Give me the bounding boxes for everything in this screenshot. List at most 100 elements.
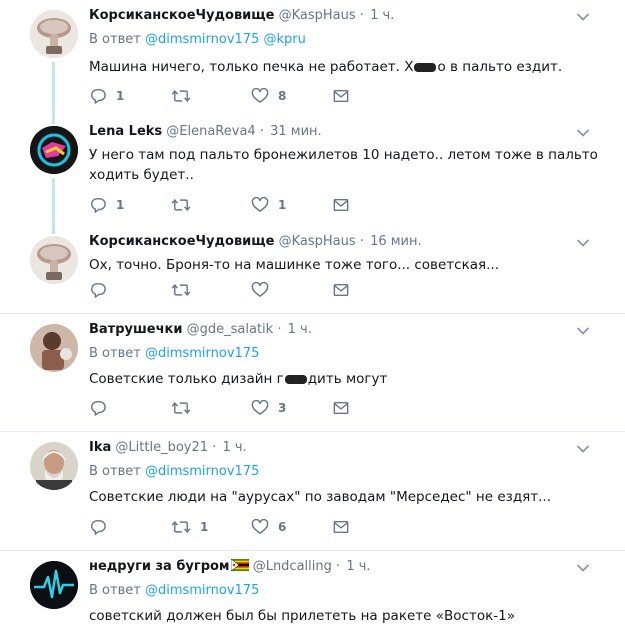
chevron-down-icon[interactable] — [576, 326, 590, 336]
username[interactable]: @gde_salatik — [187, 322, 274, 337]
tweet-text: Советские люди на "аурусах" по заводам "… — [89, 489, 552, 505]
tweet[interactable]: Ika @Little_boy21 · 1 ч. В ответ @dimsmi… — [0, 432, 625, 551]
reply-context: В ответ @dimsmirnov175 — [89, 582, 605, 600]
avatar[interactable] — [30, 236, 78, 284]
dm-button[interactable] — [332, 281, 350, 299]
username[interactable]: @KaspHaus — [279, 234, 356, 249]
dm-button[interactable] — [332, 196, 350, 214]
chevron-down-icon[interactable] — [576, 238, 590, 248]
reply-icon — [89, 519, 107, 535]
dm-button[interactable] — [332, 518, 350, 536]
like-button[interactable]: 3 — [251, 399, 286, 417]
timestamp[interactable]: 1 ч. — [346, 559, 370, 574]
reply-icon — [89, 88, 107, 104]
chevron-down-icon[interactable] — [576, 563, 590, 573]
tweet-header: недруги за бугром @Lndcalling · 1 ч. — [89, 558, 605, 576]
reply-button[interactable] — [89, 281, 107, 299]
like-count: 3 — [278, 401, 287, 415]
dm-button[interactable] — [332, 399, 350, 417]
tweet-actions: 1 1 — [89, 196, 389, 214]
reply-button[interactable]: 1 — [89, 196, 124, 214]
chevron-down-icon[interactable] — [576, 12, 590, 22]
mention-link[interactable]: @dimsmirnov175 — [145, 346, 259, 361]
separator: · — [259, 124, 264, 139]
reply-context: В ответ @dimsmirnov175 @kpru — [89, 31, 605, 49]
tweet-text: Ох, точно. Броня-то на машинке тоже того… — [89, 257, 500, 273]
tweet-actions — [89, 281, 389, 299]
username[interactable]: @KaspHaus — [279, 8, 356, 23]
mention-link[interactable]: @dimsmirnov175 — [145, 583, 259, 598]
retweet-button[interactable] — [171, 281, 191, 299]
username[interactable]: @ElenaReva4 — [166, 124, 255, 139]
thread-line — [52, 118, 55, 124]
retweet-icon — [171, 282, 191, 298]
retweet-button[interactable] — [171, 399, 200, 417]
zimbabwe-flag-icon — [230, 558, 249, 572]
reply-button[interactable]: 1 — [89, 87, 124, 105]
avatar[interactable] — [30, 10, 78, 58]
mention-link[interactable]: @dimsmirnov175 — [145, 32, 259, 47]
tweet-header: КорсиканскоеЧудовище @KaspHaus · 1 ч. — [89, 7, 605, 25]
tweet-text: Машина ничего, только печка не работает.… — [89, 59, 563, 75]
display-name[interactable]: Ватрушечки — [89, 322, 182, 337]
reply-button[interactable] — [89, 399, 116, 417]
mention-link[interactable]: @dimsmirnov175 — [145, 464, 259, 479]
retweet-button[interactable]: 1 — [171, 518, 208, 536]
envelope-icon — [332, 519, 350, 535]
retweet-button[interactable] — [171, 196, 200, 214]
tweet-header: Ватрушечки @gde_salatik · 1 ч. — [89, 321, 605, 339]
avatar[interactable] — [30, 561, 78, 609]
tweet[interactable]: Lena Leks @ElenaReva4 · 31 мин. У него т… — [0, 118, 625, 228]
timestamp[interactable]: 1 ч. — [288, 322, 312, 337]
timestamp[interactable]: 31 мин. — [270, 124, 322, 139]
reply-context: В ответ @dimsmirnov175 — [89, 463, 605, 481]
reply-icon — [89, 282, 107, 298]
avatar[interactable] — [30, 324, 78, 372]
tweet[interactable]: Ватрушечки @gde_salatik · 1 ч. В ответ @… — [0, 314, 625, 432]
like-button[interactable]: 8 — [251, 87, 286, 105]
retweet-icon — [171, 400, 191, 416]
like-button[interactable]: 1 — [251, 196, 286, 214]
retweet-count: 1 — [200, 520, 209, 534]
display-name[interactable]: Ika — [89, 440, 111, 455]
reply-prefix: В ответ — [89, 464, 141, 479]
timestamp[interactable]: 16 мин. — [370, 234, 422, 249]
reply-button[interactable] — [89, 518, 116, 536]
envelope-icon — [332, 88, 350, 104]
separator: · — [277, 322, 282, 337]
like-button[interactable]: 6 — [251, 518, 286, 536]
display-name[interactable]: недруги за бугром — [89, 559, 230, 574]
retweet-icon — [171, 197, 191, 213]
tweet[interactable]: недруги за бугром @Lndcalling · 1 ч. В о… — [0, 551, 625, 637]
reply-icon — [89, 400, 107, 416]
retweet-icon — [171, 88, 191, 104]
heart-icon — [251, 88, 269, 104]
tweet-text: Советские только дизайн г дить могут — [89, 371, 388, 387]
display-name[interactable]: КорсиканскоеЧудовище — [89, 234, 274, 249]
username[interactable]: @Little_boy21 — [115, 440, 208, 455]
like-count: 1 — [278, 198, 287, 212]
tweet-text: советский должен был бы прилететь на рак… — [89, 608, 515, 624]
dm-button[interactable] — [332, 87, 350, 105]
tweet[interactable]: КорсиканскоеЧудовище @KaspHaus · 16 мин.… — [0, 228, 625, 314]
username[interactable]: @Lndcalling — [253, 559, 332, 574]
reply-context: В ответ @dimsmirnov175 — [89, 345, 605, 363]
reply-prefix: В ответ — [89, 583, 141, 598]
chevron-down-icon[interactable] — [576, 444, 590, 454]
reply-prefix: В ответ — [89, 346, 141, 361]
tweet[interactable]: КорсиканскоеЧудовище @KaspHaus · 1 ч. В … — [0, 0, 625, 118]
timestamp[interactable]: 1 ч. — [222, 440, 246, 455]
like-button[interactable] — [251, 281, 269, 299]
display-name[interactable]: КорсиканскоеЧудовище — [89, 8, 274, 23]
retweet-button[interactable] — [171, 87, 200, 105]
tweet-actions: 1 6 — [89, 518, 389, 536]
timestamp[interactable]: 1 ч. — [370, 8, 394, 23]
tweet-header: Ika @Little_boy21 · 1 ч. — [89, 439, 605, 457]
chevron-down-icon[interactable] — [576, 128, 590, 138]
tweet-header: Lena Leks @ElenaReva4 · 31 мин. — [89, 123, 605, 141]
like-count: 6 — [278, 520, 287, 534]
avatar[interactable] — [30, 442, 78, 490]
display-name[interactable]: Lena Leks — [89, 124, 162, 139]
mention-link[interactable]: @kpru — [264, 32, 306, 47]
avatar[interactable] — [30, 126, 78, 174]
